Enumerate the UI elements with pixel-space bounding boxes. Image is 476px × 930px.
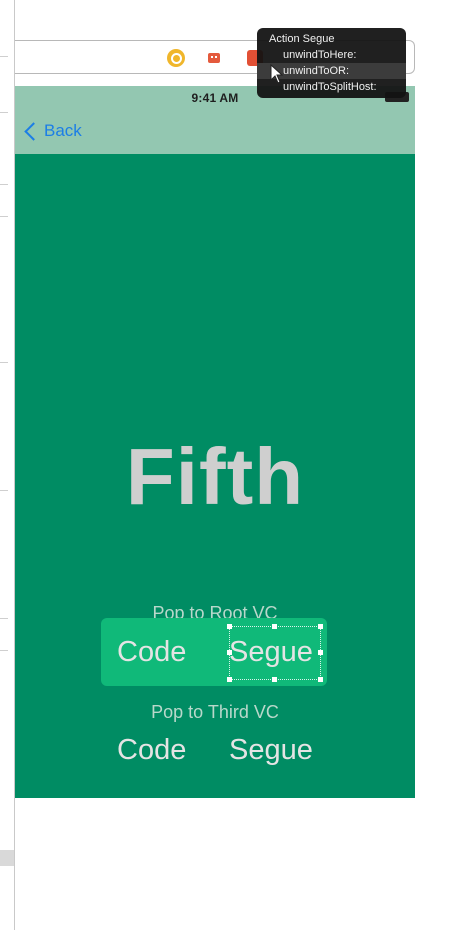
ruler-tick [0, 112, 8, 113]
ruler-tick [0, 216, 8, 217]
menu-title: Action Segue [269, 33, 335, 45]
ruler-tick [0, 490, 8, 491]
mouse-cursor-icon [270, 64, 284, 84]
selection-outline[interactable] [227, 624, 323, 682]
device-screen: 9:41 AM Back Fifth Pop to Root VC Code S… [15, 86, 415, 798]
pop-third-segue-button[interactable]: Segue [229, 716, 313, 784]
resize-handle[interactable] [318, 624, 323, 629]
pop-root-code-button[interactable]: Code [117, 618, 186, 686]
ruler-tick [0, 184, 8, 185]
resize-handle[interactable] [318, 650, 323, 655]
view-controller-icon[interactable] [167, 49, 185, 67]
pop-third-code-button[interactable]: Code [117, 716, 186, 784]
chevron-left-icon [24, 121, 43, 141]
ruler-tick [0, 650, 8, 651]
resize-handle[interactable] [227, 650, 232, 655]
page-title: Fifth [125, 432, 305, 521]
menu-item-unwind-to-here[interactable]: unwindToHere: [257, 47, 406, 63]
ruler-tick [0, 56, 8, 57]
back-button[interactable]: Back [23, 118, 82, 144]
back-button-label: Back [44, 121, 82, 140]
resize-handle[interactable] [227, 624, 232, 629]
action-segue-menu: Action Segue unwindToHere: unwindToOR: u… [257, 28, 406, 98]
first-responder-icon[interactable] [205, 49, 223, 67]
resize-handle[interactable] [272, 677, 277, 682]
canvas-marker [0, 850, 14, 866]
resize-handle[interactable] [227, 677, 232, 682]
resize-handle[interactable] [318, 677, 323, 682]
ruler-tick [0, 362, 8, 363]
resize-handle[interactable] [272, 624, 277, 629]
pop-third-button-row: Code Segue [101, 716, 327, 784]
storyboard-canvas: 9:41 AM Back Fifth Pop to Root VC Code S… [0, 0, 476, 930]
ruler-tick [0, 618, 8, 619]
